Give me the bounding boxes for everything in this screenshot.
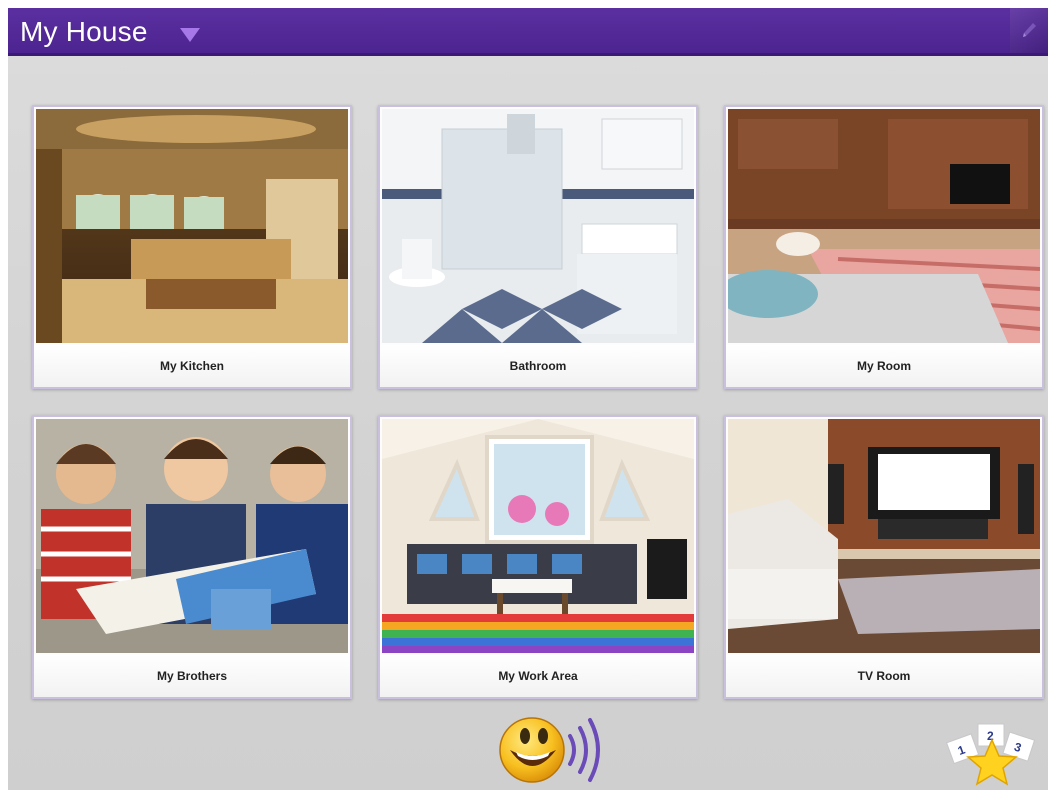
smiley-speaking-icon xyxy=(499,717,600,783)
numbered-cards-star-icon: 1 2 3 xyxy=(945,723,1036,786)
tile-label: My Room xyxy=(726,345,1042,387)
edit-button[interactable] xyxy=(1010,8,1048,53)
top-bar: My House xyxy=(8,8,1048,56)
tile-my-kitchen[interactable]: My Kitchen xyxy=(32,105,352,389)
tile-bathroom[interactable]: Bathroom xyxy=(378,105,698,389)
tile-my-brothers[interactable]: My Brothers xyxy=(32,415,352,699)
page-title: My House xyxy=(20,16,148,47)
triangle-down-icon[interactable] xyxy=(180,28,200,42)
pencil-icon xyxy=(1023,23,1036,37)
tile-label: My Kitchen xyxy=(34,345,350,387)
rewards-button[interactable]: 1 2 3 xyxy=(944,710,1040,790)
work-area-photo xyxy=(382,419,694,653)
tile-label: TV Room xyxy=(726,655,1042,697)
kitchen-photo xyxy=(36,109,348,343)
bedroom-photo xyxy=(728,109,1040,343)
tile-label: Bathroom xyxy=(380,345,696,387)
tile-label: My Brothers xyxy=(34,655,350,697)
bathroom-photo xyxy=(382,109,694,343)
app-frame: My House My Kitchen Bathroom My Room My … xyxy=(8,8,1048,790)
speak-button[interactable] xyxy=(498,710,610,790)
brothers-photo xyxy=(36,419,348,653)
tile-my-work-area[interactable]: My Work Area xyxy=(378,415,698,699)
tile-my-room[interactable]: My Room xyxy=(724,105,1044,389)
tile-label: My Work Area xyxy=(380,655,696,697)
tv-room-photo xyxy=(728,419,1040,653)
tile-tv-room[interactable]: TV Room xyxy=(724,415,1044,699)
